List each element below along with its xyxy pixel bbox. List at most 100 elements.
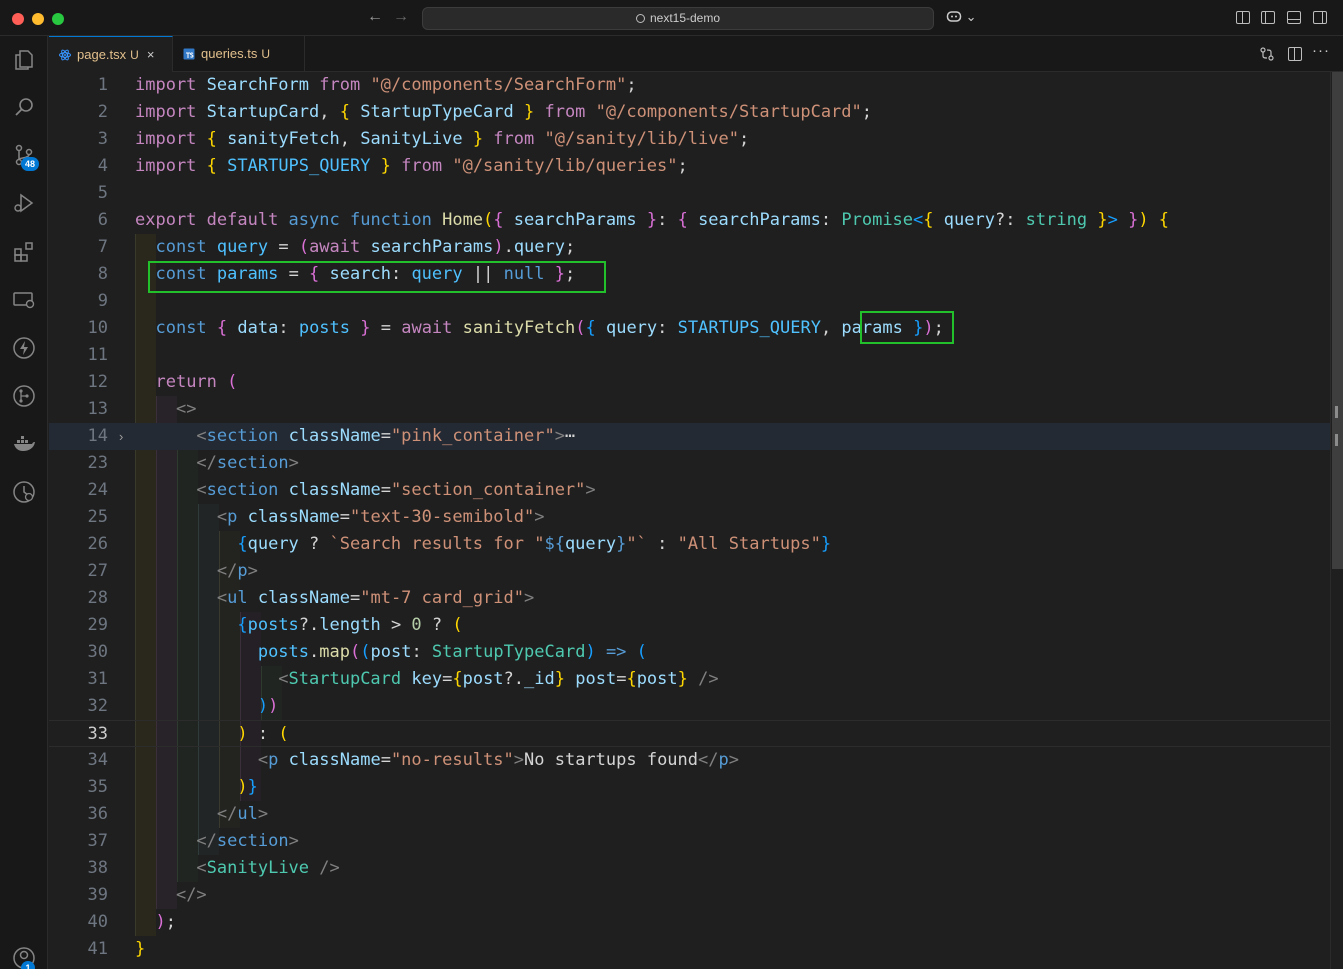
- code-token: <: [196, 426, 207, 446]
- code-line[interactable]: 1 import SearchForm from "@/components/Se…: [49, 72, 1343, 99]
- scrollbar-thumb[interactable]: [1332, 72, 1343, 569]
- toggle-panel-icon[interactable]: [1287, 11, 1301, 24]
- code-line[interactable]: 40 );: [49, 909, 1343, 936]
- back-arrow-icon[interactable]: ←: [365, 8, 385, 26]
- code-line[interactable]: 7 const query = (await searchParams).que…: [49, 234, 1343, 261]
- code-token: ): [585, 642, 606, 662]
- files-icon[interactable]: [12, 48, 36, 72]
- code-token: export: [135, 210, 207, 230]
- code-token: query: [564, 534, 617, 554]
- split-editor-icon[interactable]: [1288, 47, 1302, 61]
- code-token: post: [575, 669, 617, 689]
- code-text: <ul className="mt-7 card_grid">: [135, 585, 534, 612]
- lightning-icon[interactable]: [12, 336, 36, 360]
- code-text: {posts?.length > 0 ? (: [135, 612, 463, 639]
- code-text: return (: [135, 369, 237, 396]
- code-editor[interactable]: 1 import SearchForm from "@/components/Se…: [49, 72, 1343, 969]
- code-token: <: [216, 588, 228, 608]
- code-line[interactable]: 27 </p>: [49, 558, 1343, 585]
- code-line[interactable]: 24 <section className="section_container…: [49, 477, 1343, 504]
- close-icon[interactable]: ×: [147, 47, 155, 62]
- code-line[interactable]: 12 return (: [49, 369, 1343, 396]
- code-line[interactable]: 29 {posts?.length > 0 ? (: [49, 612, 1343, 639]
- compare-changes-icon[interactable]: [1260, 47, 1274, 61]
- docker-icon[interactable]: [12, 432, 36, 456]
- code-token: =>: [605, 642, 637, 662]
- search-icon[interactable]: [12, 95, 36, 119]
- code-line[interactable]: 4 import { STARTUPS_QUERY } from "@/sanit…: [49, 153, 1343, 180]
- code-line[interactable]: 6 export default async function Home({ se…: [49, 207, 1343, 234]
- code-token: SearchForm: [206, 75, 320, 95]
- code-line[interactable]: 32 )): [49, 693, 1343, 720]
- forward-arrow-icon[interactable]: →: [391, 8, 411, 26]
- code-token: </: [196, 831, 217, 851]
- code-token: =: [380, 750, 391, 770]
- timeline-icon[interactable]: [12, 480, 36, 504]
- code-line[interactable]: 3 import { sanityFetch, SanityLive } from…: [49, 126, 1343, 153]
- editor-tab-bar: page.tsx U × queries.ts U ···: [49, 36, 1343, 72]
- tab-page-tsx[interactable]: page.tsx U ×: [49, 36, 173, 72]
- code-token: {: [677, 210, 699, 230]
- code-token: className: [288, 426, 381, 446]
- code-line[interactable]: 14 › <section className="pink_container">…: [49, 423, 1343, 450]
- more-actions-icon[interactable]: ···: [1312, 42, 1329, 59]
- code-line[interactable]: 41}: [49, 936, 1343, 963]
- code-token: }: [523, 102, 545, 122]
- code-token: className: [247, 507, 340, 527]
- code-token: {: [923, 210, 944, 230]
- code-line[interactable]: 28 <ul className="mt-7 card_grid">: [49, 585, 1343, 612]
- code-line[interactable]: 23 </section>: [49, 450, 1343, 477]
- code-token: :: [278, 318, 299, 338]
- code-token: "section_container": [390, 480, 586, 500]
- code-token: StartupTypeCard: [360, 102, 524, 122]
- vertical-scrollbar[interactable]: [1330, 72, 1343, 969]
- gitlens-icon[interactable]: [12, 384, 36, 408]
- code-line[interactable]: 31 <StartupCard key={post?._id} post={po…: [49, 666, 1343, 693]
- code-line[interactable]: 10 const { data: posts } = await sanityF…: [49, 315, 1343, 342]
- customize-layout-icon[interactable]: [1236, 11, 1250, 24]
- code-token: sanityFetch: [462, 318, 576, 338]
- line-number: 36: [87, 804, 108, 824]
- command-center[interactable]: next15-demo: [422, 7, 934, 30]
- window-maximize-button[interactable]: [52, 13, 64, 25]
- code-line[interactable]: 5: [49, 180, 1343, 207]
- code-line[interactable]: 34 <p className="no-results">No startups…: [49, 747, 1343, 774]
- window-minimize-button[interactable]: [32, 13, 44, 25]
- code-line[interactable]: 36 </ul>: [49, 801, 1343, 828]
- code-token: }: [360, 318, 381, 338]
- code-token: >: [728, 750, 739, 770]
- code-line[interactable]: 13 <>: [49, 396, 1343, 423]
- code-token: "`: [626, 534, 658, 554]
- code-line[interactable]: 37 </section>: [49, 828, 1343, 855]
- line-number: 12: [87, 372, 108, 392]
- fold-chevron-icon[interactable]: ›: [119, 423, 123, 450]
- line-number: 2: [97, 102, 108, 122]
- line-number: 23: [87, 453, 108, 473]
- window-close-button[interactable]: [12, 13, 24, 25]
- code-line[interactable]: 38 <SanityLive />: [49, 855, 1343, 882]
- toggle-secondary-sidebar-icon[interactable]: [1313, 11, 1327, 24]
- code-token: "All Startups": [677, 534, 821, 554]
- code-line[interactable]: 26 {query ? `Search results for "${query…: [49, 531, 1343, 558]
- code-line[interactable]: 39 </>: [49, 882, 1343, 909]
- code-line[interactable]: 33 ) : (: [49, 720, 1343, 747]
- extensions-icon[interactable]: [12, 240, 36, 264]
- code-text: ) : (: [135, 721, 288, 748]
- remote-explorer-icon[interactable]: [12, 288, 36, 312]
- code-token: {: [452, 669, 463, 689]
- code-line[interactable]: 25 <p className="text-30-semibold">: [49, 504, 1343, 531]
- toggle-primary-sidebar-icon[interactable]: [1261, 11, 1275, 24]
- code-line[interactable]: 35 )}: [49, 774, 1343, 801]
- code-token: (: [452, 615, 463, 635]
- code-line[interactable]: 11: [49, 342, 1343, 369]
- copilot-menu[interactable]: ⌄: [946, 9, 977, 25]
- code-text: </section>: [135, 828, 298, 855]
- code-line[interactable]: 30 posts.map((post: StartupTypeCard) => …: [49, 639, 1343, 666]
- code-line[interactable]: 2 import StartupCard, { StartupTypeCard }…: [49, 99, 1343, 126]
- tab-queries-ts[interactable]: queries.ts U: [173, 36, 305, 72]
- run-debug-icon[interactable]: [12, 191, 36, 215]
